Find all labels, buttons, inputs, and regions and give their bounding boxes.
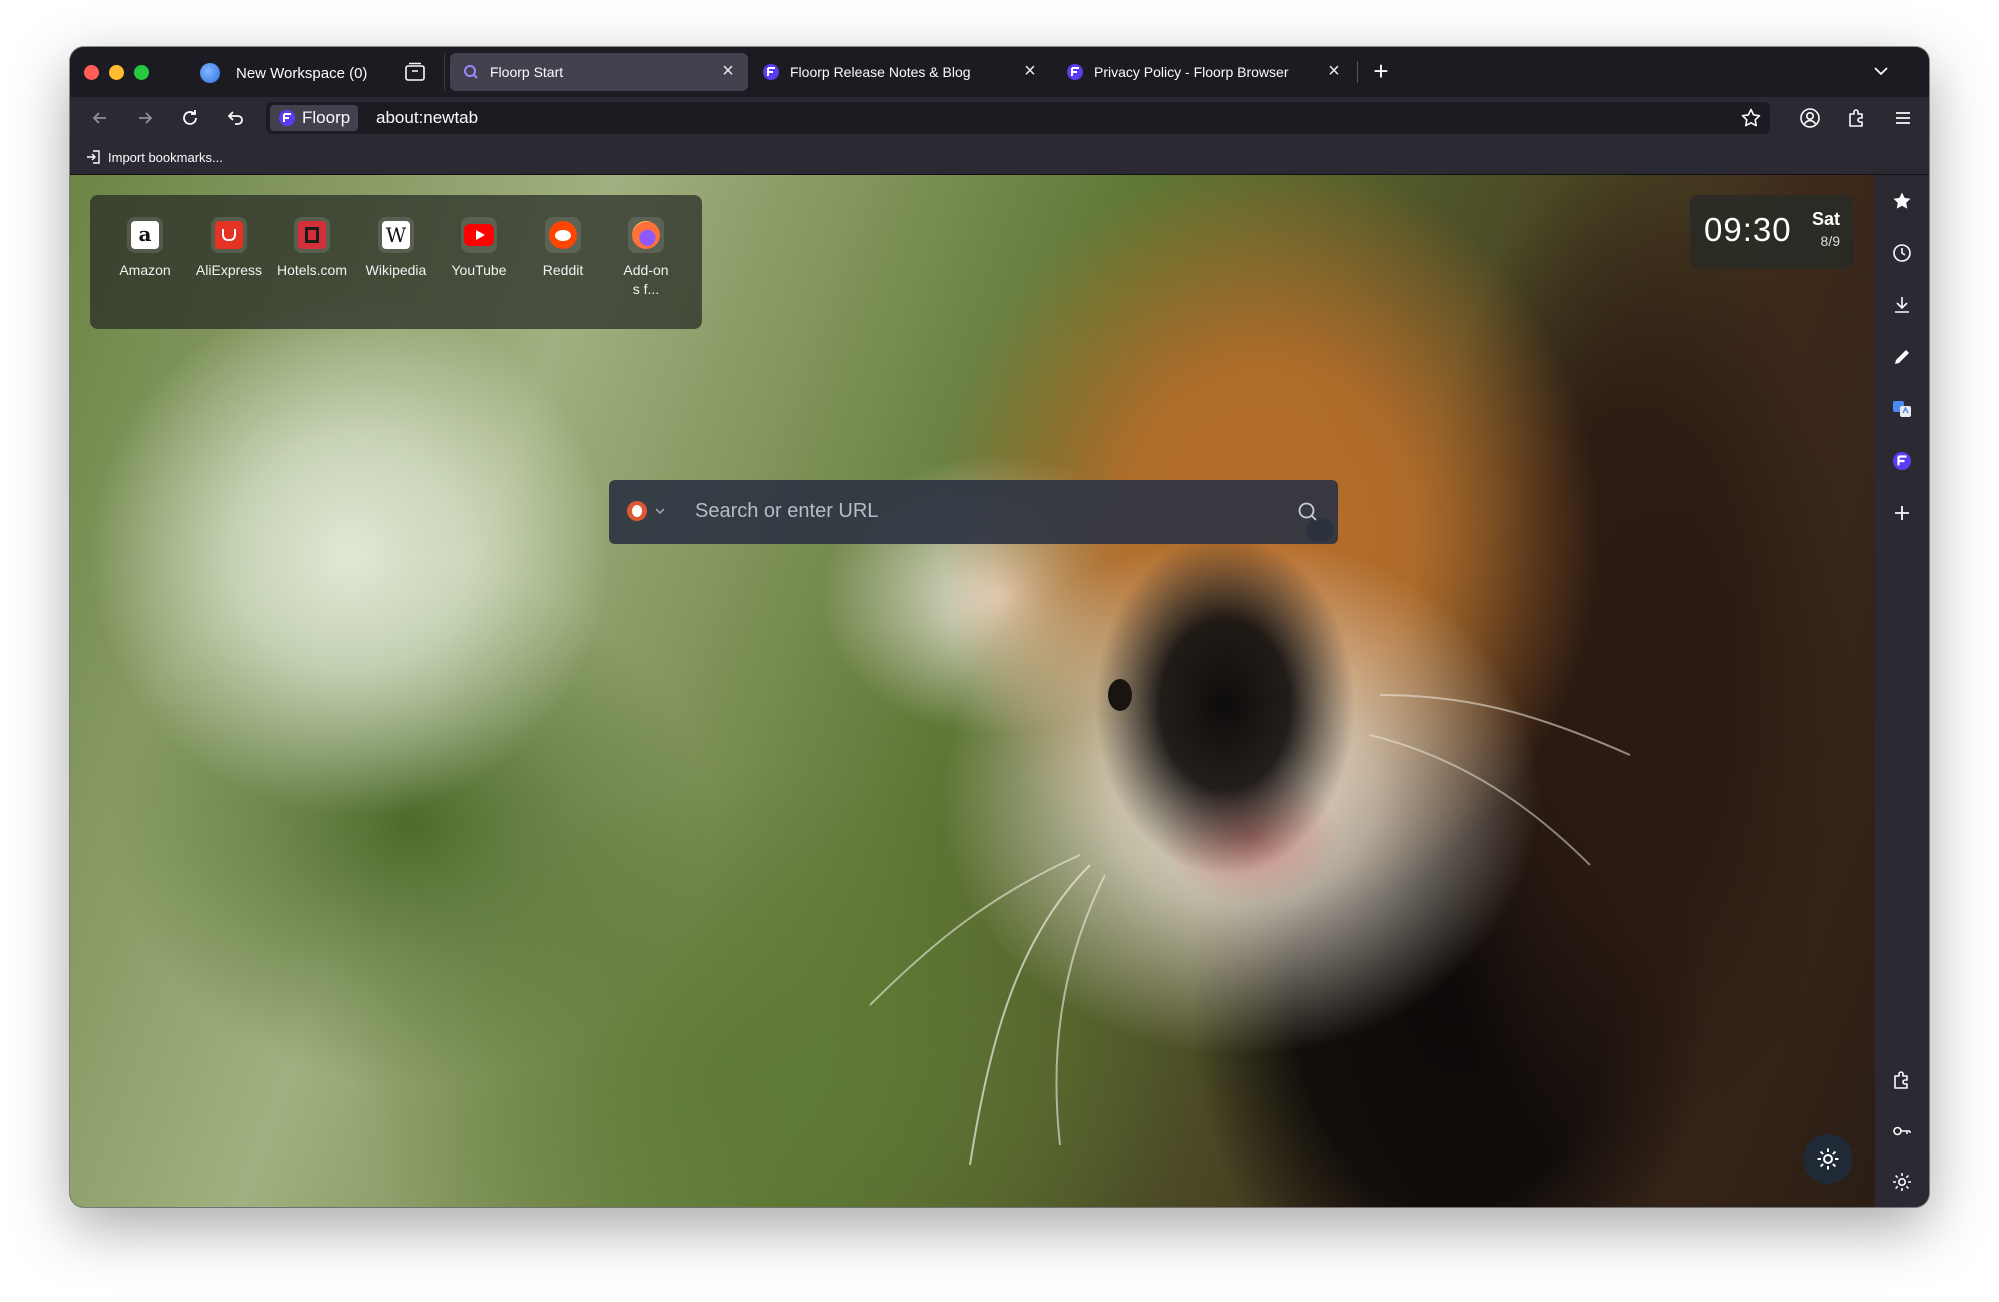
identity-label: Floorp	[302, 108, 351, 127]
url-input[interactable]: about:newtab	[376, 108, 478, 128]
bookmarks-toolbar: Import bookmarks...	[70, 139, 1929, 175]
new-tab-page: a Amazon AliExpress Hotels.com W Wikiped…	[70, 175, 1875, 1207]
workspace-label: New Workspace (0)	[236, 64, 368, 82]
tab-title: Privacy Policy - Floorp Browser	[1094, 64, 1289, 80]
close-tab-icon[interactable]: ×	[1324, 61, 1344, 82]
background-image	[869, 518, 1631, 1166]
undo-close-tab-button[interactable]	[221, 104, 249, 132]
tab-strip: New Workspace (0) Floorp Start × Floorp …	[70, 47, 1929, 97]
top-sites-panel: a Amazon AliExpress Hotels.com W Wikiped…	[90, 195, 702, 329]
page-settings-button[interactable]	[1803, 1134, 1853, 1184]
floorp-icon	[279, 110, 295, 126]
shortcut-label: YouTube	[451, 262, 507, 278]
shortcut-label: Add-ons f...	[623, 262, 669, 297]
duckduckgo-icon	[627, 501, 647, 521]
floorp-icon[interactable]	[1888, 447, 1916, 475]
firefox-icon	[628, 217, 664, 253]
browser-sidebar	[1875, 175, 1929, 1207]
close-window-button[interactable]	[84, 65, 99, 80]
clock-day: Sat	[1811, 209, 1840, 229]
search-box[interactable]: Search or enter URL	[609, 480, 1338, 544]
history-icon[interactable]	[1888, 239, 1916, 267]
amazon-icon: a	[127, 217, 163, 253]
shortcut-label: AliExpress	[195, 262, 263, 278]
pen-icon[interactable]	[1888, 343, 1916, 371]
floorp-favicon-icon	[1066, 63, 1084, 81]
key-icon[interactable]	[1888, 1117, 1916, 1145]
navigation-toolbar: Floorp about:newtab	[70, 97, 1929, 139]
translate-icon[interactable]	[1888, 395, 1916, 423]
tab-divider	[1357, 61, 1358, 83]
hotels-icon	[294, 217, 330, 253]
tab-privacy-policy[interactable]: Privacy Policy - Floorp Browser ×	[1054, 53, 1354, 91]
close-tab-icon[interactable]: ×	[1020, 61, 1040, 82]
minimize-window-button[interactable]	[109, 65, 124, 80]
close-tab-icon[interactable]: ×	[718, 61, 738, 82]
shortcut-addons[interactable]: Add-ons f...	[607, 217, 685, 299]
import-icon	[87, 150, 100, 164]
bookmark-star-icon[interactable]	[1740, 107, 1762, 134]
clock-date: 8/9	[1820, 233, 1840, 249]
import-bookmarks-button[interactable]: Import bookmarks...	[86, 149, 223, 165]
workspace-button[interactable]: New Workspace (0)	[200, 57, 367, 89]
tab-release-notes[interactable]: Floorp Release Notes & Blog ×	[750, 53, 1050, 91]
search-input[interactable]: Search or enter URL	[695, 500, 878, 523]
back-button[interactable]	[86, 104, 114, 132]
url-bar[interactable]: Floorp about:newtab	[266, 102, 1770, 134]
shortcut-label: Reddit	[542, 262, 584, 278]
star-icon[interactable]	[1888, 187, 1916, 215]
new-tab-button[interactable]: +	[1368, 58, 1394, 85]
maximize-window-button[interactable]	[134, 65, 149, 80]
shortcut-aliexpress[interactable]: AliExpress	[190, 217, 268, 280]
clock-time: 09:30	[1704, 211, 1792, 248]
download-icon[interactable]	[1888, 291, 1916, 319]
shortcut-wikipedia[interactable]: W Wikipedia	[357, 217, 435, 280]
wikipedia-icon: W	[378, 217, 414, 253]
aliexpress-icon	[211, 217, 247, 253]
search-engine-selector[interactable]	[627, 501, 667, 521]
account-icon	[1800, 108, 1820, 128]
chevron-down-icon	[655, 508, 665, 515]
floorp-favicon-icon	[762, 63, 780, 81]
clock-widget: 09:30 Sat 8/9	[1690, 195, 1854, 269]
reddit-icon	[545, 217, 581, 253]
tab-divider	[444, 53, 445, 91]
reload-button[interactable]	[176, 104, 204, 132]
gear-icon[interactable]	[1888, 1168, 1916, 1196]
plus-icon[interactable]	[1888, 499, 1916, 527]
account-button[interactable]	[1796, 104, 1824, 132]
extensions-button[interactable]	[1843, 104, 1871, 132]
shortcut-amazon[interactable]: a Amazon	[106, 217, 184, 280]
search-icon[interactable]	[1296, 500, 1320, 529]
tab-title: Floorp Release Notes & Blog	[790, 64, 971, 80]
puzzle-icon	[1849, 109, 1863, 127]
forward-button[interactable]	[131, 104, 159, 132]
app-menu-button[interactable]	[1889, 104, 1917, 132]
search-favicon-icon	[462, 63, 480, 81]
chevron-down-icon[interactable]	[1871, 61, 1891, 81]
shortcut-reddit[interactable]: Reddit	[524, 217, 602, 280]
shortcut-label: Hotels.com	[276, 262, 348, 278]
tab-floorp-start[interactable]: Floorp Start ×	[450, 53, 748, 91]
hamburger-icon	[1896, 112, 1910, 124]
browser-window: New Workspace (0) Floorp Start × Floorp …	[70, 47, 1929, 1207]
workspace-icon	[200, 63, 220, 83]
workspace-manager-icon[interactable]	[404, 62, 426, 87]
shortcut-label: Amazon	[119, 262, 171, 278]
gear-icon	[1817, 1148, 1839, 1170]
shortcut-label: Wikipedia	[365, 262, 427, 278]
shortcut-youtube[interactable]: YouTube	[440, 217, 518, 280]
shortcut-hotels[interactable]: Hotels.com	[273, 217, 351, 280]
youtube-icon	[461, 217, 497, 253]
extensions-icon[interactable]	[1888, 1066, 1916, 1094]
identity-box[interactable]: Floorp	[270, 105, 359, 131]
import-bookmarks-label: Import bookmarks...	[108, 149, 223, 165]
tab-title: Floorp Start	[490, 64, 564, 80]
